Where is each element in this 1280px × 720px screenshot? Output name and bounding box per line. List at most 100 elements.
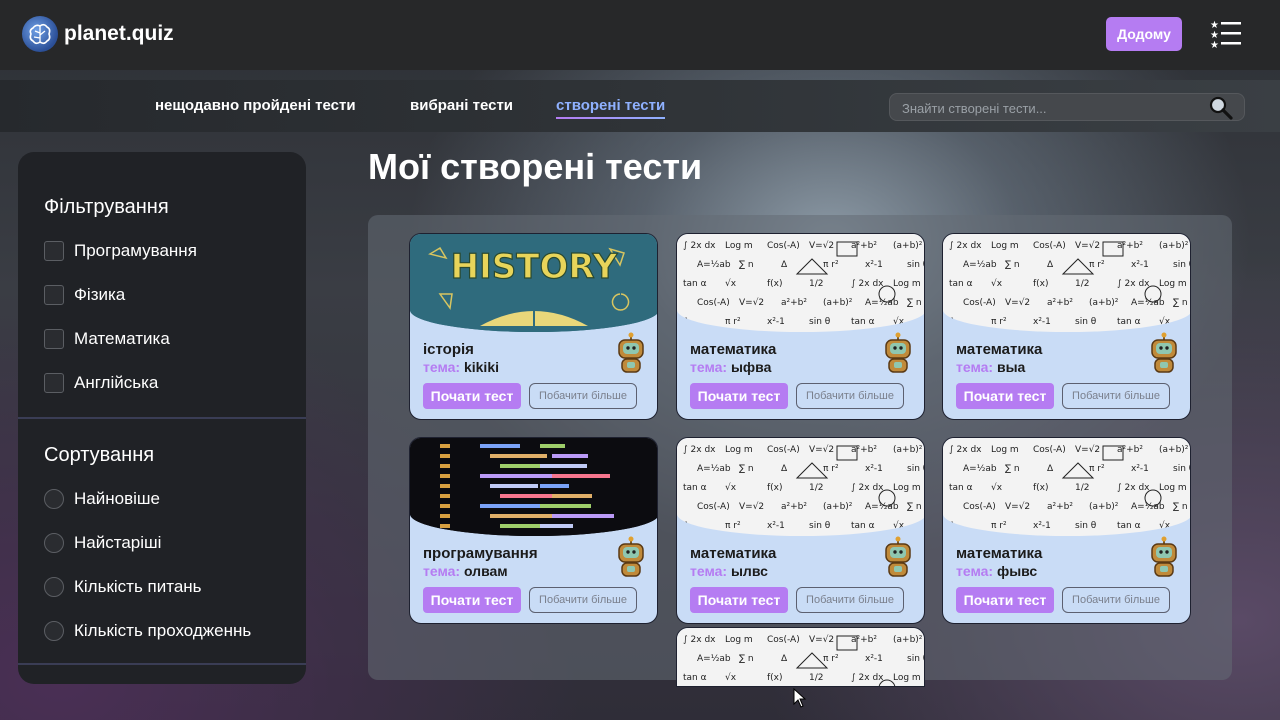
svg-text:√x: √x <box>893 316 905 327</box>
svg-text:√x: √x <box>991 482 1003 493</box>
search-icon[interactable] <box>1208 95 1234 121</box>
card-subject: математика <box>956 341 1043 358</box>
checkbox[interactable] <box>44 285 64 305</box>
logo[interactable]: planet.quiz <box>22 16 174 52</box>
radio[interactable] <box>44 577 64 597</box>
svg-text:√x: √x <box>725 672 737 683</box>
start-test-button[interactable]: Почати тест <box>423 383 521 409</box>
checkbox[interactable] <box>44 373 64 393</box>
start-test-button[interactable]: Почати тест <box>690 383 788 409</box>
test-card: ∫ 2x dx Log m Cos(-A) V=√2 a²+b² (a+b)² A=½ab ∑… <box>942 233 1191 420</box>
svg-text:∫ 2x dx: ∫ 2x dx <box>1117 483 1150 493</box>
svg-text:∑ n: ∑ n <box>907 298 922 308</box>
svg-text:∫ 2x dx: ∫ 2x dx <box>683 635 716 645</box>
svg-text:∫ 2x dx: ∫ 2x dx <box>851 483 884 493</box>
radio[interactable] <box>44 489 64 509</box>
start-test-button[interactable]: Почати тест <box>423 587 521 613</box>
svg-text:(a+b)²: (a+b)² <box>893 241 923 251</box>
svg-text:√x: √x <box>991 278 1003 289</box>
topic-label: тема: <box>423 359 461 375</box>
svg-text:tan α: tan α <box>1117 521 1141 531</box>
svg-text:Log m: Log m <box>1159 483 1187 493</box>
svg-text:Log m: Log m <box>725 241 753 251</box>
svg-text:√x: √x <box>1159 520 1171 531</box>
svg-text:∫ 2x dx: ∫ 2x dx <box>683 445 716 455</box>
card-topic: тема: выа <box>956 359 1025 375</box>
start-test-button[interactable]: Почати тест <box>690 587 788 613</box>
svg-text:Cos(-A): Cos(-A) <box>1033 445 1066 455</box>
svg-text:(a+b)²: (a+b)² <box>1159 445 1189 455</box>
sort-oldest[interactable]: Найстаріші <box>44 533 161 553</box>
sort-pass-count[interactable]: Кількість проходженнь <box>44 621 251 641</box>
filter-english[interactable]: Англійська <box>44 373 158 393</box>
see-more-button[interactable]: Побачити більше <box>796 587 904 613</box>
svg-text:Cos(-A): Cos(-A) <box>767 445 800 455</box>
sort-newest[interactable]: Найновіше <box>44 489 160 509</box>
svg-text:sin θ: sin θ <box>907 260 925 270</box>
see-more-button[interactable]: Побачити більше <box>796 383 904 409</box>
radio[interactable] <box>44 533 64 553</box>
topic-label: тема: <box>956 563 994 579</box>
tab-recent-tests[interactable]: нещодавно пройдені тести <box>155 97 356 114</box>
svg-text:Log m: Log m <box>1159 279 1187 289</box>
svg-text:a²+b²: a²+b² <box>781 502 807 512</box>
sort-question-count[interactable]: Кількість питань <box>44 577 202 597</box>
list-menu-icon[interactable]: ★ ★ ★ <box>1210 19 1242 49</box>
radio[interactable] <box>44 621 64 641</box>
svg-text:Δ: Δ <box>683 521 690 531</box>
top-bar: planet.quiz Додому ★ ★ ★ <box>0 0 1280 70</box>
topic-label: тема: <box>690 359 728 375</box>
filter-math[interactable]: Математика <box>44 329 170 349</box>
svg-text:Log m: Log m <box>893 483 921 493</box>
start-test-button[interactable]: Почати тест <box>956 587 1054 613</box>
svg-text:√x: √x <box>725 278 737 289</box>
svg-text:∫ 2x dx: ∫ 2x dx <box>683 241 716 251</box>
card-topic: тема: ыфва <box>690 359 771 375</box>
svg-text:tan α: tan α <box>683 279 707 289</box>
svg-text:1/2: 1/2 <box>1075 483 1089 493</box>
svg-text:f(x): f(x) <box>1033 279 1049 289</box>
svg-text:Δ: Δ <box>1047 464 1054 474</box>
svg-text:Cos(-A): Cos(-A) <box>963 298 996 308</box>
filter-physics[interactable]: Фізика <box>44 285 125 305</box>
svg-text:Cos(-A): Cos(-A) <box>963 502 996 512</box>
svg-text:Log m: Log m <box>991 445 1019 455</box>
see-more-button[interactable]: Побачити більше <box>529 383 637 409</box>
tab-created-tests[interactable]: створені тести <box>556 97 666 119</box>
svg-text:sin θ: sin θ <box>1075 521 1097 531</box>
home-button[interactable]: Додому <box>1106 17 1182 51</box>
svg-text:x²-1: x²-1 <box>1033 521 1051 531</box>
filter-programming[interactable]: Програмування <box>44 241 197 261</box>
mouse-cursor-icon <box>793 688 807 708</box>
see-more-button[interactable]: Побачити більше <box>529 587 637 613</box>
svg-text:A=½ab: A=½ab <box>963 260 997 270</box>
svg-text:HISTORY: HISTORY <box>451 247 618 287</box>
svg-text:(a+b)²: (a+b)² <box>893 445 923 455</box>
svg-text:f(x): f(x) <box>1033 483 1049 493</box>
svg-text:sin θ: sin θ <box>907 464 925 474</box>
svg-text:A=½ab: A=½ab <box>1131 502 1165 512</box>
see-more-button[interactable]: Побачити більше <box>1062 587 1170 613</box>
svg-text:Log m: Log m <box>725 635 753 645</box>
svg-text:x²-1: x²-1 <box>767 521 785 531</box>
search-input[interactable] <box>902 98 1202 118</box>
svg-text:π r²: π r² <box>1089 260 1105 270</box>
svg-text:√x: √x <box>1159 316 1171 327</box>
svg-text:a²+b²: a²+b² <box>1047 502 1073 512</box>
card-image: HISTORY <box>410 234 657 332</box>
tab-favorite-tests[interactable]: вибрані тести <box>410 97 513 114</box>
see-more-button[interactable]: Побачити більше <box>1062 383 1170 409</box>
topic-value: ылвс <box>730 563 768 579</box>
svg-text:Δ: Δ <box>781 654 788 664</box>
start-test-button[interactable]: Почати тест <box>956 383 1054 409</box>
svg-text:∑ n: ∑ n <box>739 260 754 270</box>
svg-text:∫ 2x dx: ∫ 2x dx <box>851 279 884 289</box>
svg-text:1/2: 1/2 <box>809 483 823 493</box>
checkbox[interactable] <box>44 241 64 261</box>
checkbox[interactable] <box>44 329 64 349</box>
topic-label: тема: <box>690 563 728 579</box>
svg-text:sin θ: sin θ <box>1173 464 1191 474</box>
svg-text:tan α: tan α <box>851 317 875 327</box>
svg-text:tan α: tan α <box>683 483 707 493</box>
topic-value: фывс <box>996 563 1038 579</box>
